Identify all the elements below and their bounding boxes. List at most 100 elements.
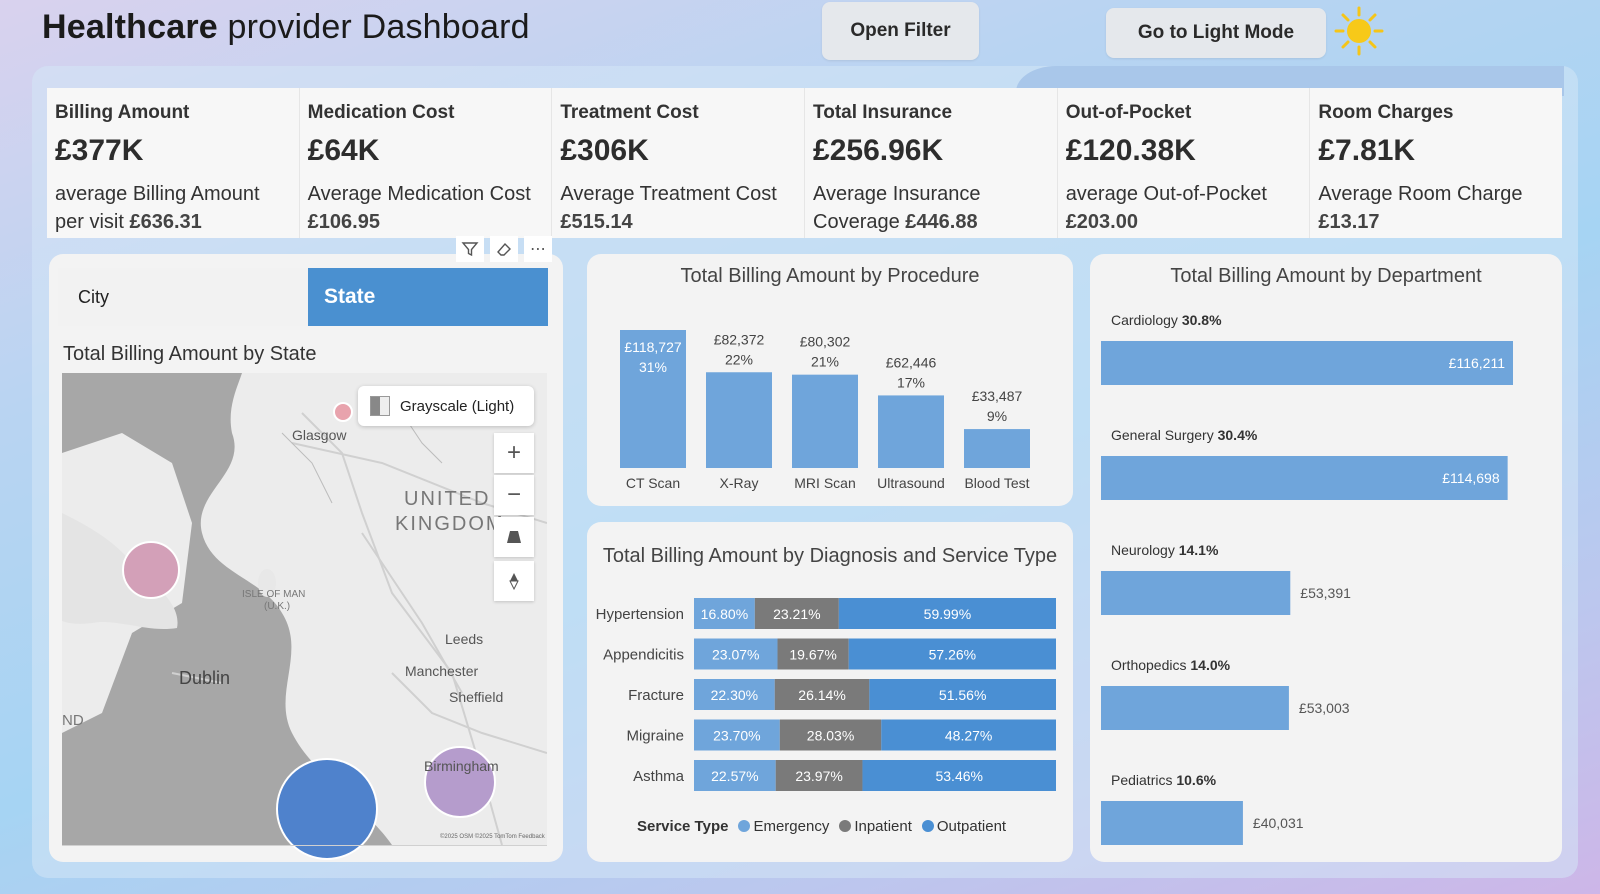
filter-icon[interactable] [456,236,484,262]
segment-label: 57.26% [929,647,976,663]
department-value-label: £53,391 [1300,585,1351,601]
kpi-card: Treatment Cost £306K Average Treatment Cos… [552,88,806,238]
diagnosis-label: Migraine [626,728,684,745]
compass-icon[interactable] [494,561,534,601]
kpi-value: £7.81K [1318,134,1416,167]
visual-toolbar: ⋯ [456,236,552,262]
bar-pct-label: 31% [639,359,667,375]
department-chart-title: Total Billing Amount by Department [1170,265,1482,287]
department-label: Pediatrics 10.6% [1111,772,1217,788]
bar-pct-label: 21% [811,354,839,370]
kpi-row: Billing Amount £377K average Billing Amoun… [47,88,1562,238]
kpi-subtext: Average Treatment Cost £515.14 [560,183,777,233]
segment-label: 26.14% [798,687,845,703]
kpi-subtext: Average Medication Cost £106.95 [307,183,531,233]
kpi-sub-value: £13.17 [1318,211,1380,233]
open-filter-button[interactable]: Open Filter [822,2,979,60]
map-label-sheffield: Sheffield [449,689,504,705]
kpi-value: £256.96K [813,134,944,167]
kpi-subtext: Average Room Charge £13.17 [1318,183,1523,233]
legend-inpatient[interactable]: Inpatient [839,818,912,835]
department-chart: Cardiology 30.8% £116,211 General Surgery … [1101,312,1513,845]
map-style-label: Grayscale (Light) [400,397,515,415]
procedure-bar[interactable] [964,429,1030,468]
kpi-label: Room Charges [1318,102,1454,123]
zoom-out-icon[interactable]: − [494,475,534,515]
bar-value-label: £62,446 [886,354,937,370]
department-bar[interactable] [1101,571,1291,615]
category-label: CT Scan [626,475,680,491]
department-bar[interactable] [1101,801,1243,845]
kpi-card: Total Insurance £256.96K Average Insurance… [805,88,1058,238]
map-label-glasgow: Glasgow [292,427,347,443]
sun-icon[interactable] [1334,6,1384,56]
department-label: Neurology 14.1% [1111,542,1219,558]
category-label: X-Ray [720,475,759,491]
map-attribution[interactable]: ©2025 OSM ©2025 TomTom Feedback [440,834,545,840]
segment-label: 23.07% [712,647,759,663]
legend-outpatient[interactable]: Outpatient [921,818,1006,835]
eraser-icon[interactable] [490,236,518,262]
diagnosis-label: Appendicitis [603,647,684,664]
segment-label: 16.80% [701,606,748,622]
kpi-subtext: average Out-of-Pocket £203.00 [1065,183,1267,233]
diagnosis-label: Asthma [633,768,685,785]
segment-label: 48.27% [945,728,992,744]
map-label-leeds: Leeds [445,631,484,647]
more-options-icon[interactable]: ⋯ [524,236,552,262]
category-label: MRI Scan [794,475,855,491]
location-slicer: City State [58,268,548,326]
kpi-sub-value: £203.00 [1065,211,1138,233]
map-bottom-edge [62,845,547,846]
map-label-country: UNITED [404,488,491,510]
map-style-icon [370,396,390,416]
department-bar[interactable] [1101,686,1289,730]
map-label-edge: ND [62,712,84,729]
department-value-label: £40,031 [1253,815,1304,831]
kpi-card: Billing Amount £377K average Billing Amoun… [47,88,300,238]
map-label-isle-2: (U.K.) [264,601,291,612]
kpi-sub-value: £106.95 [307,211,380,233]
zoom-in-icon[interactable]: + [494,433,534,473]
map-style-selector[interactable]: Grayscale (Light) [358,386,534,426]
diagnosis-chart: Hypertension 16.80% 23.21% 59.99% Appendicit… [596,598,1056,791]
legend-title: Service Type [637,818,729,835]
map-bubble-birmingham[interactable] [424,746,496,818]
kpi-value: £64K [307,134,380,167]
segment-label: 59.99% [924,606,971,622]
segment-label: 23.70% [713,728,760,744]
bar-value-label: £33,487 [972,388,1023,404]
department-value-label: £116,211 [1449,355,1506,371]
map-label-isle: ISLE OF MAN [242,589,306,600]
slicer-state[interactable]: State [308,268,548,326]
kpi-card: Room Charges £7.81K Average Room Charge £1… [1310,88,1562,238]
kpi-value: £306K [560,134,649,167]
procedure-bar[interactable] [706,372,772,468]
map-bubble-glasgow[interactable] [333,402,353,422]
kpi-label: Billing Amount [55,102,190,123]
kpi-sub-value: £446.88 [905,211,978,233]
kpi-sub-value: £636.31 [129,211,202,233]
slicer-city[interactable]: City [58,268,308,326]
bar-value-label: £82,372 [714,331,765,347]
legend-emergency[interactable]: Emergency [738,818,829,835]
segment-label: 28.03% [807,728,854,744]
department-label: Cardiology 30.8% [1111,312,1222,328]
diagnosis-label: Fracture [628,687,684,704]
map-bubble-northern-ireland[interactable] [122,541,180,599]
segment-label: 23.97% [795,768,842,784]
segment-label: 23.21% [773,606,820,622]
procedure-chart-title: Total Billing Amount by Procedure [680,265,980,287]
map-label-dublin: Dublin [179,668,231,688]
procedure-bar[interactable] [792,374,858,468]
light-mode-button[interactable]: Go to Light Mode [1106,8,1326,58]
bar-value-label: £118,727 [624,339,682,355]
bar-pct-label: 22% [725,351,753,367]
page-title: Healthcare provider Dashboard [42,8,530,46]
procedure-bar[interactable] [878,395,944,468]
map-label-birmingham: Birmingham [424,758,499,774]
kpi-value: £377K [55,134,144,167]
tilt-icon[interactable] [494,517,534,557]
map-title: Total Billing Amount by State [63,343,317,365]
kpi-label: Out-of-Pocket [1065,102,1192,123]
